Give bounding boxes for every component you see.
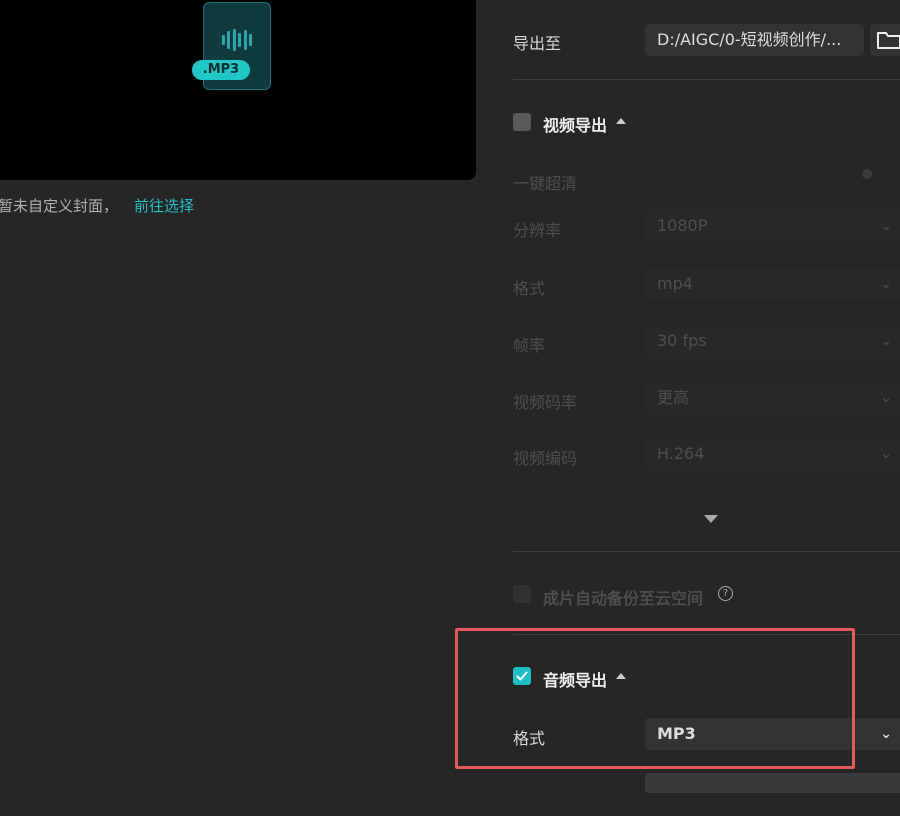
next-field-partial[interactable] (645, 773, 900, 793)
browse-folder-button[interactable] (870, 24, 900, 56)
framerate-select[interactable]: 30 fps ⌄ (645, 325, 900, 357)
framerate-label: 帧率 (513, 336, 546, 355)
collapse-caret-icon[interactable] (616, 118, 626, 124)
format-label: 格式 (513, 279, 546, 298)
resolution-select[interactable]: 1080P ⌄ (645, 210, 900, 242)
choose-cover-link[interactable]: 前往选择 (134, 195, 194, 216)
resolution-label: 分辨率 (513, 221, 562, 240)
framerate-value: 30 fps (657, 331, 707, 350)
resolution-value: 1080P (657, 216, 708, 235)
bitrate-value: 更高 (657, 388, 690, 407)
chevron-down-icon: ⌄ (880, 276, 892, 292)
chevron-down-icon: ⌄ (880, 446, 892, 462)
chevron-down-icon: ⌄ (880, 333, 892, 349)
video-export-checkbox[interactable] (513, 113, 531, 131)
cover-status-text: 暂未自定义封面， (0, 197, 119, 215)
video-format-value: mp4 (657, 274, 693, 293)
divider (513, 551, 900, 552)
video-format-select[interactable]: mp4 ⌄ (645, 268, 900, 300)
codec-select[interactable]: H.264 ⌄ (645, 438, 900, 470)
folder-icon (877, 32, 900, 49)
cloud-backup-label: 成片自动备份至云空间 (543, 589, 704, 608)
bitrate-select[interactable]: 更高 ⌄ (645, 382, 900, 414)
waveform-icon (222, 29, 252, 51)
help-icon[interactable]: ? (718, 586, 733, 601)
format-badge: .MP3 (192, 60, 250, 80)
codec-value: H.264 (657, 444, 705, 463)
chevron-down-icon: ⌄ (880, 390, 892, 406)
codec-label: 视频编码 (513, 449, 578, 468)
video-export-title: 视频导出 (543, 116, 608, 135)
chevron-down-icon: ⌄ (880, 726, 892, 742)
export-to-label: 导出至 (513, 34, 562, 53)
export-path-field[interactable]: D:/AIGC/0-短视频创作/... (645, 24, 864, 56)
expand-more-icon[interactable] (704, 515, 718, 523)
highlight-box (455, 628, 855, 769)
toggle-switch[interactable] (862, 169, 872, 179)
cloud-backup-checkbox[interactable] (513, 585, 531, 603)
super-resolution-label: 一键超清 (513, 174, 578, 193)
bitrate-label: 视频码率 (513, 393, 578, 412)
chevron-down-icon: ⌄ (880, 218, 892, 234)
divider (513, 79, 900, 80)
